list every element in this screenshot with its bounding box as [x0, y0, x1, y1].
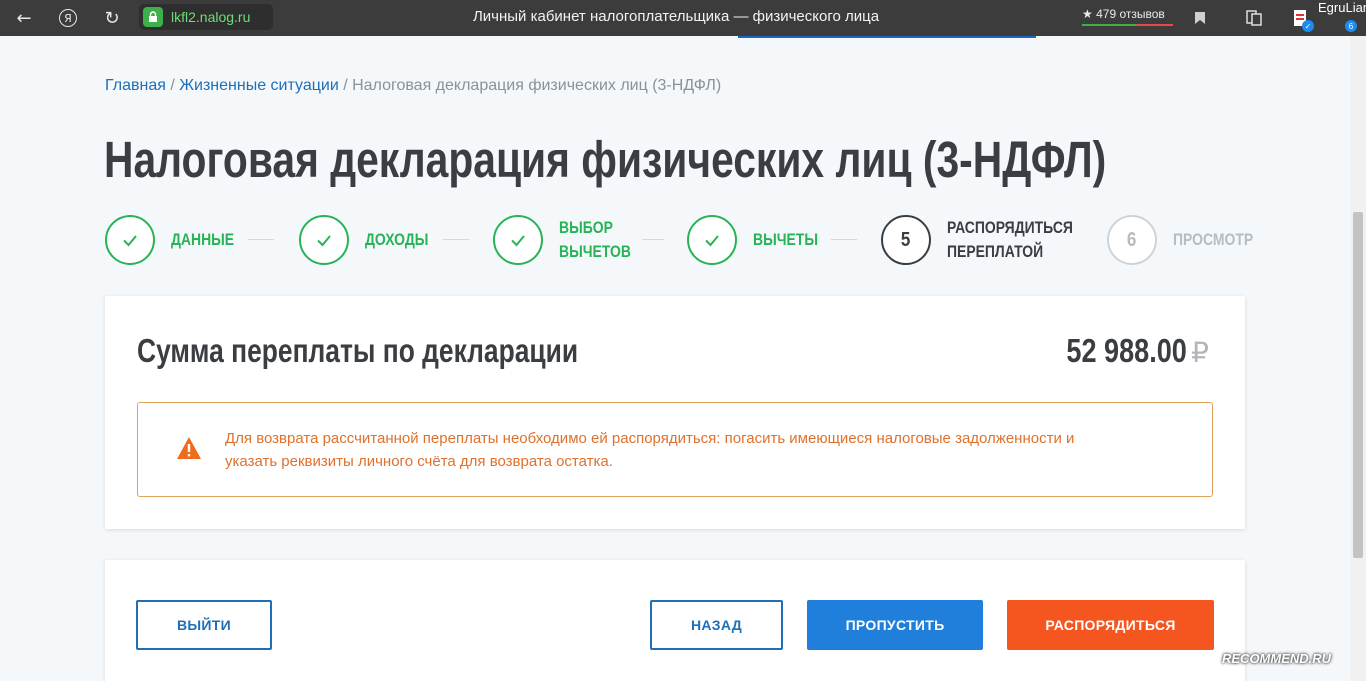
- breadcrumb: Главная / Жизненные ситуации / Налоговая…: [105, 77, 721, 95]
- step-label: ДОХОДЫ: [365, 230, 429, 249]
- step-label: РАСПОРЯДИТЬСЯ ПЕРЕПЛАТОЙ: [947, 218, 1073, 261]
- breadcrumb-separator: /: [165, 77, 180, 94]
- step-dispose-overpayment[interactable]: 5 РАСПОРЯДИТЬСЯ ПЕРЕПЛАТОЙ: [881, 215, 1101, 265]
- step-data[interactable]: ДАННЫЕ: [105, 215, 248, 265]
- alert-message: Для возврата рассчитанной переплаты необ…: [225, 430, 1075, 470]
- profile-name[interactable]: EgruLian: [1318, 0, 1366, 15]
- dispose-button[interactable]: РАСПОРЯДИТЬСЯ: [1007, 600, 1214, 650]
- warning-triangle-icon: [177, 437, 201, 459]
- breadcrumb-separator: /: [338, 77, 353, 94]
- step-label: ПРОСМОТР: [1173, 230, 1254, 249]
- browser-page-title: Личный кабинет налогоплательщика — физич…: [472, 8, 880, 25]
- step-deductions[interactable]: ВЫЧЕТЫ: [687, 215, 832, 265]
- step-label: ВЫБОР ВЫЧЕТОВ: [559, 218, 631, 261]
- skip-button[interactable]: ПРОПУСТИТЬ: [807, 600, 983, 650]
- downloads-badge: 6: [1345, 20, 1357, 32]
- amount-value: 52 988.00: [1066, 332, 1188, 369]
- step-check-icon: [493, 215, 543, 265]
- step-number-current: 5: [881, 215, 931, 265]
- collections-icon[interactable]: [1242, 6, 1266, 30]
- address-bar[interactable]: lkfl2.nalog.ru: [139, 4, 273, 30]
- ruble-icon: ₽: [1191, 337, 1209, 368]
- yandex-icon[interactable]: Я: [56, 6, 80, 30]
- step-check-icon: [299, 215, 349, 265]
- step-label: ВЫЧЕТЫ: [753, 230, 818, 249]
- page-title: Налоговая декларация физических лиц (3-Н…: [104, 131, 1107, 188]
- watermark: RECOMMEND.RU: [1222, 651, 1332, 666]
- yandex-glyph: Я: [59, 9, 77, 27]
- reviews-rating-bar: [1082, 24, 1173, 26]
- header-accent-line: [738, 36, 1036, 38]
- browser-toolbar: ← Я ↻ lkfl2.nalog.ru Личный кабинет нало…: [0, 0, 1366, 36]
- url-text: lkfl2.nalog.ru: [171, 9, 251, 25]
- star-icon: ★: [1082, 7, 1093, 21]
- step-choose-deductions[interactable]: ВЫБОР ВЫЧЕТОВ: [493, 215, 647, 265]
- step-separator: [642, 239, 664, 240]
- step-separator: [443, 239, 469, 240]
- breadcrumb-life-situations[interactable]: Жизненные ситуации: [179, 77, 339, 94]
- breadcrumb-home[interactable]: Главная: [105, 77, 166, 94]
- breadcrumb-current: Налоговая декларация физических лиц (3-Н…: [352, 77, 722, 94]
- reviews-link[interactable]: ★ 479 отзывов: [1082, 7, 1165, 21]
- overpayment-card: Сумма переплаты по декларации 52 988.00 …: [105, 296, 1245, 529]
- lock-icon: [143, 7, 163, 27]
- step-label: ДАННЫЕ: [171, 230, 235, 249]
- reviews-count: 479 отзывов: [1096, 7, 1165, 21]
- step-separator: [248, 239, 274, 240]
- step-check-icon: [687, 215, 737, 265]
- overpayment-label: Сумма переплаты по декларации: [137, 332, 579, 369]
- step-review[interactable]: 6 ПРОСМОТР: [1107, 215, 1271, 265]
- step-income[interactable]: ДОХОДЫ: [299, 215, 442, 265]
- warning-alert: Для возврата рассчитанной переплаты необ…: [137, 402, 1213, 497]
- actions-card: ВЫЙТИ НАЗАД ПРОПУСТИТЬ РАСПОРЯДИТЬСЯ: [105, 560, 1245, 681]
- overpayment-amount: 52 988.00 ₽: [1040, 332, 1209, 370]
- step-check-icon: [105, 215, 155, 265]
- back-button[interactable]: НАЗАД: [650, 600, 783, 650]
- bookmark-icon[interactable]: [1188, 6, 1212, 30]
- check-badge-icon: ✓: [1302, 20, 1314, 32]
- step-separator: [831, 239, 857, 240]
- exit-button[interactable]: ВЫЙТИ: [136, 600, 272, 650]
- reload-icon[interactable]: ↻: [100, 6, 124, 30]
- step-number-pending: 6: [1107, 215, 1157, 265]
- scrollbar-thumb[interactable]: [1353, 212, 1363, 558]
- back-arrow-icon[interactable]: ←: [12, 6, 36, 30]
